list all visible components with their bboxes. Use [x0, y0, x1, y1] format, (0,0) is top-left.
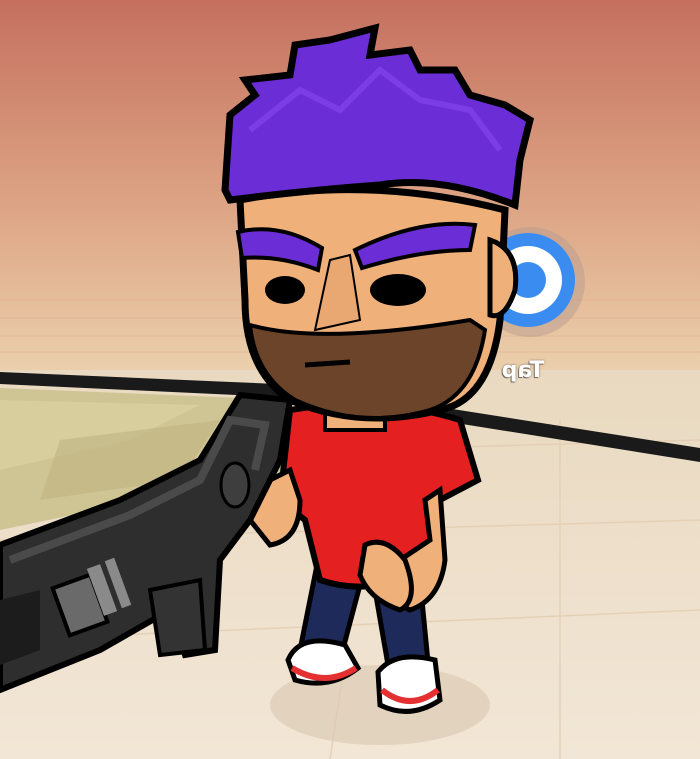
- game-scene: Tap: [0, 0, 700, 759]
- character-head: [235, 186, 519, 432]
- tap-label[interactable]: Tap: [488, 356, 558, 386]
- game-viewport: [0, 0, 700, 759]
